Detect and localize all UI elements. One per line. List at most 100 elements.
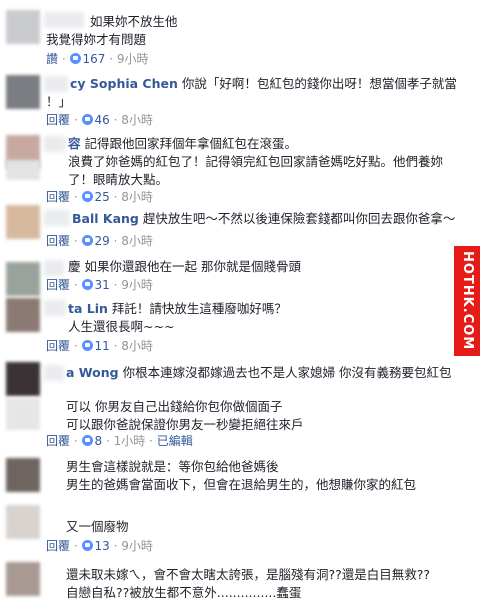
blurred-name — [44, 210, 70, 226]
comment-text-line: 如果妳不放生他 — [90, 14, 178, 29]
avatar-secondary — [6, 398, 40, 430]
comment-actions: 回覆 · 13 · 9小時 — [46, 538, 153, 554]
separator: · — [113, 113, 118, 127]
avatar[interactable] — [6, 562, 40, 596]
timestamp[interactable]: 1小時 — [114, 434, 146, 448]
comment-text-line: cy Sophia Chen 你說「好啊！包紅包的錢你出呀！想當個孝子就當 — [70, 75, 457, 92]
blurred-name — [44, 12, 84, 28]
reply-link[interactable]: 回覆 — [46, 434, 70, 448]
avatar-secondary — [6, 160, 40, 180]
timestamp[interactable]: 8小時 — [121, 190, 153, 204]
reply-link[interactable]: 回覆 — [46, 190, 70, 204]
avatar[interactable] — [6, 362, 40, 396]
reply-link[interactable]: 回覆 — [46, 234, 70, 248]
separator: · — [73, 434, 78, 448]
blurred-name — [44, 136, 66, 152]
separator: · — [73, 234, 78, 248]
like-count-icon — [81, 235, 93, 246]
comment-text-line: 又一個廢物 — [66, 519, 129, 534]
separator: · — [109, 52, 114, 66]
comment-text-line: 可以跟你爸說保證你男友一秒變拒絕往來戶 — [66, 417, 304, 432]
timestamp[interactable]: 8小時 — [121, 339, 153, 353]
blurred-name — [44, 365, 64, 381]
like-count[interactable]: 13 — [95, 539, 110, 553]
comment-text-line: 了！眼睛放大點。 — [68, 172, 169, 187]
comment-text-line: Ball Kang 趕快放生吧～不然以後連保險套錢都叫你回去跟你爸拿～ — [72, 210, 455, 227]
comment-text-line: 還未取未嫁ㄟ，會不會太瞎太誇張，是腦殘有洞??還是白目無救?? — [66, 567, 431, 582]
comment-text-line: 浪費了妳爸媽的紅包了！記得領完紅包回家請爸媽吃好點。他們養妳 — [68, 154, 444, 169]
separator: · — [113, 190, 118, 204]
reply-link[interactable]: 回覆 — [46, 339, 70, 353]
separator: · — [73, 339, 78, 353]
avatar[interactable] — [6, 262, 40, 296]
comment-text: 你說「好啊！包紅包的錢你出呀！想當個孝子就當 — [181, 76, 457, 91]
timestamp[interactable]: 8小時 — [121, 234, 153, 248]
comment-text: 你根本連嫁沒都嫁過去也不是人家媳婦 你沒有義務要包紅包 — [122, 365, 452, 380]
avatar[interactable] — [6, 298, 40, 332]
like-count-icon — [81, 279, 93, 290]
blurred-name — [44, 76, 68, 92]
commenter-name[interactable]: ta Lin — [68, 301, 108, 316]
comment-text-line: 我覺得妳才有問題 — [46, 32, 147, 47]
separator: · — [73, 278, 78, 292]
like-count-icon — [81, 540, 93, 551]
separator: · — [61, 52, 66, 66]
site-watermark: HOTHK.COM — [454, 246, 480, 356]
comment-actions: 回覆 · 31 · 9小時 — [46, 277, 153, 293]
reply-link[interactable]: 回覆 — [46, 539, 70, 553]
timestamp[interactable]: 8小時 — [121, 113, 153, 127]
like-link[interactable]: 讚 — [46, 52, 58, 66]
comment-actions: 回覆 · 8 · 1小時 · 已編輯 — [46, 433, 193, 449]
timestamp[interactable]: 9小時 — [121, 278, 153, 292]
like-count[interactable]: 29 — [95, 234, 110, 248]
blurred-name — [44, 260, 64, 276]
separator: · — [113, 278, 118, 292]
comment-text-line: 慶 如果你還跟他在一起 那你就是個賤骨頭 — [68, 259, 301, 274]
comment-text-line: 男生的爸媽會當面收下，但會在退給男生的，他想賺你家的紅包 — [66, 477, 417, 492]
commenter-name[interactable]: 容 — [68, 136, 81, 151]
comment-actions: 回覆 · 25 · 8小時 — [46, 189, 153, 205]
reply-link[interactable]: 回覆 — [46, 278, 70, 292]
like-count[interactable]: 167 — [83, 52, 106, 66]
reply-link[interactable]: 回覆 — [46, 113, 70, 127]
comment-text: 拜託！請快放生這種廢咖好嗎？ — [111, 301, 287, 316]
comment-actions: 回覆 · 46 · 8小時 — [46, 112, 153, 128]
comment-text-line: 人生還很長啊~~~ — [68, 319, 175, 334]
timestamp[interactable]: 9小時 — [117, 52, 149, 66]
like-count-icon — [81, 340, 93, 351]
commenter-name[interactable]: a Wong — [66, 365, 119, 380]
comment-text-line: 可以 你男友自己出錢給你包你做個面子 — [66, 399, 283, 414]
commenter-name[interactable]: Ball Kang — [72, 211, 139, 226]
separator: · — [113, 339, 118, 353]
like-count[interactable]: 8 — [95, 434, 103, 448]
commenter-name[interactable]: cy Sophia Chen — [70, 76, 178, 91]
comment-text-line: ！」 — [46, 94, 72, 109]
avatar[interactable] — [6, 505, 40, 539]
comment-text-line: 男生會這樣說就是：等你包給他爸媽後 — [66, 459, 279, 474]
comment-text-line: ta Lin 拜託！請快放生這種廢咖好嗎？ — [68, 300, 287, 317]
avatar[interactable] — [6, 75, 40, 109]
like-count[interactable]: 11 — [95, 339, 110, 353]
comment-text-line: 自戀自私??被放生都不意外...............蠢蛋 — [66, 585, 302, 600]
avatar[interactable] — [6, 458, 40, 492]
avatar[interactable] — [6, 205, 40, 239]
separator: · — [73, 190, 78, 204]
separator: · — [113, 234, 118, 248]
like-count-icon — [81, 114, 93, 125]
timestamp[interactable]: 9小時 — [121, 539, 153, 553]
separator: · — [73, 113, 78, 127]
like-count-icon — [69, 53, 81, 64]
comment-actions: 回覆 · 29 · 8小時 — [46, 233, 153, 249]
avatar[interactable] — [6, 10, 40, 44]
comment-text-line: 容 記得跟他回家拜個年拿個紅包在滾蛋。 — [68, 135, 297, 152]
comment-actions: 讚 · 167 · 9小時 — [46, 51, 149, 67]
edited-label[interactable]: 已編輯 — [157, 434, 193, 448]
like-count-icon — [81, 191, 93, 202]
comment-text: 記得跟他回家拜個年拿個紅包在滾蛋。 — [84, 136, 298, 151]
separator: · — [105, 434, 110, 448]
separator: · — [113, 539, 118, 553]
comment-text-line: a Wong 你根本連嫁沒都嫁過去也不是人家媳婦 你沒有義務要包紅包 — [66, 364, 452, 381]
like-count[interactable]: 31 — [95, 278, 110, 292]
like-count[interactable]: 25 — [95, 190, 110, 204]
like-count[interactable]: 46 — [95, 113, 110, 127]
